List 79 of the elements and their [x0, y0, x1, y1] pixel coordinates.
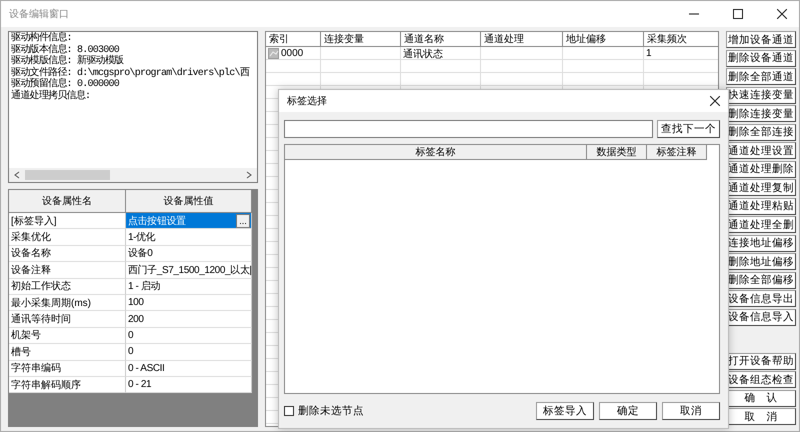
info-line: 驱动构件信息:: [11, 33, 73, 44]
side-button[interactable]: 设备信息导入: [726, 308, 796, 326]
scroll-thumb[interactable]: [25, 170, 110, 180]
property-value-text: 0 - 21: [128, 379, 152, 390]
column-header[interactable]: 标签注释: [647, 145, 707, 160]
column-header[interactable]: 设备属性值: [126, 190, 252, 213]
find-next-button[interactable]: 查找下一个: [657, 120, 720, 138]
column-header[interactable]: 通道处理: [481, 32, 563, 47]
column-header[interactable]: 数据类型: [587, 145, 647, 160]
side-button[interactable]: 通道处理删除: [726, 160, 796, 178]
property-value-text: 设备0: [128, 247, 152, 260]
property-name: 机架号: [9, 328, 126, 344]
scroll-left-icon[interactable]: [13, 171, 21, 179]
column-header[interactable]: 地址偏移: [563, 32, 644, 47]
property-name: 初始工作状态: [9, 278, 126, 295]
property-value-text: 西门子_S7_1500_1200_以太|: [128, 264, 252, 277]
side-button[interactable]: 通道处理粘贴: [726, 198, 796, 214]
property-name: 通讯等待时间: [9, 311, 126, 328]
dialog-button[interactable]: 标签导入: [536, 402, 594, 420]
table-cell: 0000: [281, 48, 304, 59]
side-button[interactable]: 删除连接变量: [726, 105, 796, 122]
column-header[interactable]: 标签名称: [285, 145, 587, 160]
side-button[interactable]: 通道处理全删: [726, 216, 796, 233]
property-name: 设备名称: [9, 246, 126, 262]
info-line: 驱动版本信息: 8.003000: [11, 44, 120, 56]
window-title: 设备编辑窗口: [9, 8, 69, 21]
side-button[interactable]: 删除全部通道: [726, 68, 796, 85]
search-field[interactable]: [284, 120, 653, 138]
side-button[interactable]: 打开设备帮助: [726, 352, 796, 370]
side-button[interactable]: 连接地址偏移: [726, 234, 796, 252]
column-header[interactable]: 采集频次: [644, 32, 718, 47]
property-value-text: 点击按钮设置: [128, 214, 186, 228]
info-line: 驱动文件路径: d:\mcgspro\program\drivers\plc\西: [11, 68, 250, 78]
property-value-text: 1-优化: [128, 231, 156, 244]
column-header[interactable]: 索引: [266, 32, 321, 47]
table-cell-text: 通讯状态: [403, 48, 443, 60]
column-header[interactable]: 连接变量: [321, 32, 401, 47]
column-header[interactable]: 通道名称: [401, 32, 481, 47]
info-line: 驱动预留信息: 0.000000: [11, 79, 120, 90]
side-button[interactable]: 通道处理复制: [726, 179, 796, 196]
dialog-title: 标签选择: [287, 94, 327, 108]
checkbox-label: 删除未选节点: [298, 404, 364, 418]
info-line: 通道处理拷贝信息:: [11, 90, 92, 102]
dialog-button[interactable]: 取消: [662, 402, 720, 420]
scroll-right-icon[interactable]: [245, 171, 253, 179]
property-name: 字符串编码: [9, 360, 126, 377]
property-name: 设备注释: [9, 262, 126, 279]
close-icon[interactable]: [777, 9, 787, 19]
side-button[interactable]: 删除设备通道: [726, 50, 796, 66]
side-button[interactable]: 删除地址偏移: [726, 253, 796, 270]
property-value-text: 0 - ASCII: [128, 362, 164, 374]
property-name: 采集优化: [9, 229, 126, 246]
side-button[interactable]: 通道处理设置: [726, 142, 796, 159]
channel-icon: [268, 48, 279, 59]
property-value-text: 0: [128, 330, 134, 341]
ellipsis-button[interactable]: ...: [236, 214, 250, 228]
checkbox[interactable]: [284, 406, 294, 416]
property-value-text: 0: [128, 346, 134, 358]
side-button[interactable]: 删除全部偏移: [726, 272, 796, 288]
info-line: 驱动模版信息: 新驱动模版: [11, 56, 124, 67]
property-value-text: 1 - 启动: [128, 280, 160, 294]
side-button[interactable]: 设备信息导出: [726, 290, 796, 307]
side-button[interactable]: 确 认: [726, 390, 796, 406]
side-button[interactable]: 设备组态检查: [726, 371, 796, 388]
side-button[interactable]: 删除全部连接: [726, 124, 796, 140]
column-header[interactable]: 设备属性名: [9, 190, 126, 213]
side-button[interactable]: 增加设备通道: [726, 31, 796, 48]
property-value-text: 200: [128, 314, 144, 325]
property-name: 最小采集周期(ms): [9, 294, 126, 312]
maximize-icon[interactable]: [733, 9, 743, 19]
property-name: 槽号: [9, 344, 126, 361]
property-value-text: 100: [128, 297, 144, 308]
table-cell: 1: [646, 48, 652, 59]
close-icon[interactable]: [710, 96, 720, 106]
dialog-button[interactable]: 确定: [599, 402, 657, 420]
side-button[interactable]: 取 消: [726, 408, 796, 425]
property-name: 字符串解码顺序: [9, 376, 126, 394]
property-value-highlight[interactable]: 点击按钮设置 ...: [126, 213, 252, 230]
horizontal-scrollbar[interactable]: [9, 168, 257, 182]
